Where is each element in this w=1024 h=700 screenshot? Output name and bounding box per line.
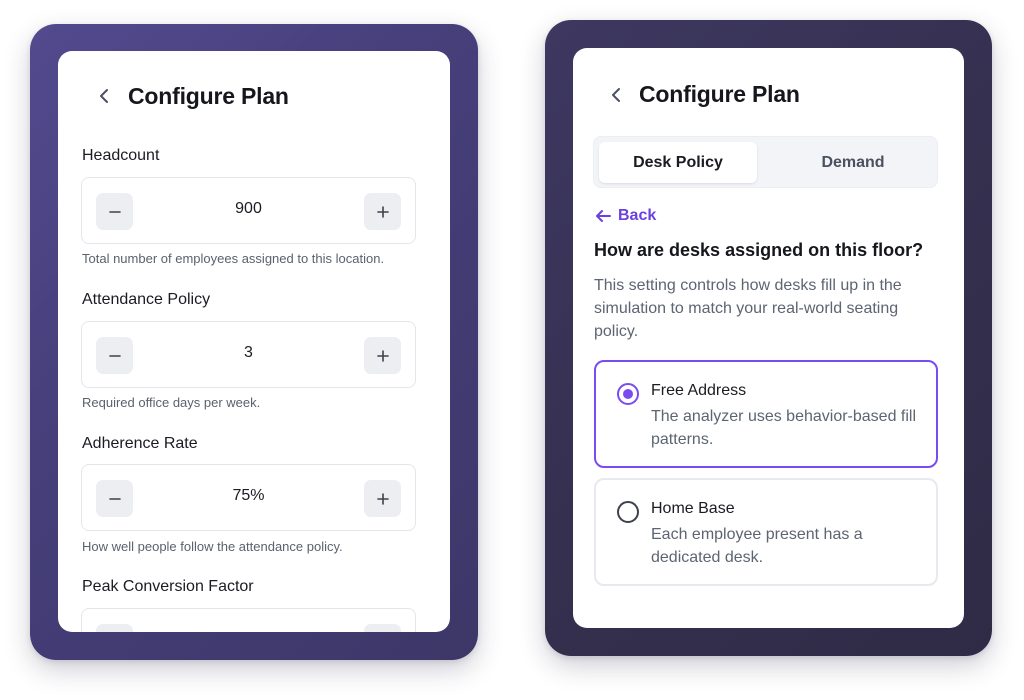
adherence-decrement-button[interactable] [96,480,133,517]
option-title: Home Base [651,500,735,517]
radio-unselected-icon[interactable] [617,501,639,523]
right-header: Configure Plan [573,48,964,140]
right-screen: Configure Plan Desk Policy Demand Back H… [573,48,964,628]
tab-demand[interactable]: Demand [772,142,934,183]
peak-conversion-stepper [81,608,416,632]
option-title: Free Address [651,382,747,399]
option-free-address[interactable]: Free Address The analyzer uses behavior-… [594,360,938,468]
option-home-base[interactable]: Home Base Each employee present has a de… [594,478,938,586]
page-title: Configure Plan [128,83,289,109]
headcount-helper: Total number of employees assigned to th… [82,251,385,266]
page-title: Configure Plan [639,81,800,107]
headcount-value[interactable]: 900 [142,200,355,218]
attendance-policy-value[interactable]: 3 [142,344,355,362]
plus-icon [376,349,389,362]
arrow-left-icon [596,210,611,222]
segmented-tabs: Desk Policy Demand [593,136,938,188]
question-description: This setting controls how desks fill up … [594,277,902,340]
adherence-rate-stepper: 75% [81,464,416,531]
plus-icon [376,205,389,218]
minus-icon [108,354,121,357]
headcount-label: Headcount [82,147,160,164]
right-device-frame: Configure Plan Desk Policy Demand Back H… [545,20,992,656]
attendance-policy-helper: Required office days per week. [82,395,261,410]
tab-desk-policy[interactable]: Desk Policy [599,142,757,183]
back-link-label: Back [618,207,657,224]
adherence-rate-label: Adherence Rate [82,435,198,452]
headcount-stepper: 900 [81,177,416,244]
peak-increment-button[interactable] [364,624,401,632]
left-header: Configure Plan [58,51,450,143]
attendance-increment-button[interactable] [364,337,401,374]
adherence-rate-value[interactable]: 75% [142,487,355,505]
option-description: The analyzer uses behavior-based fill pa… [651,408,917,448]
left-screen: Configure Plan Headcount 900 Total numbe… [58,51,450,632]
attendance-policy-label: Attendance Policy [82,291,211,308]
attendance-decrement-button[interactable] [96,337,133,374]
option-description: Each employee present has a dedicated de… [651,526,863,566]
left-device-frame: Configure Plan Headcount 900 Total numbe… [30,24,478,660]
minus-icon [108,497,121,500]
plus-icon [376,492,389,505]
minus-icon [108,210,121,213]
attendance-policy-stepper: 3 [81,321,416,388]
headcount-increment-button[interactable] [364,193,401,230]
back-chevron-icon[interactable] [606,85,626,105]
peak-conversion-label: Peak Conversion Factor [82,578,254,595]
peak-decrement-button[interactable] [96,624,133,632]
radio-selected-icon[interactable] [617,383,639,405]
adherence-increment-button[interactable] [364,480,401,517]
headcount-decrement-button[interactable] [96,193,133,230]
question-heading: How are desks assigned on this floor? [594,240,924,260]
adherence-rate-helper: How well people follow the attendance po… [82,539,343,554]
back-link[interactable]: Back [594,207,656,225]
back-chevron-icon[interactable] [94,86,114,106]
